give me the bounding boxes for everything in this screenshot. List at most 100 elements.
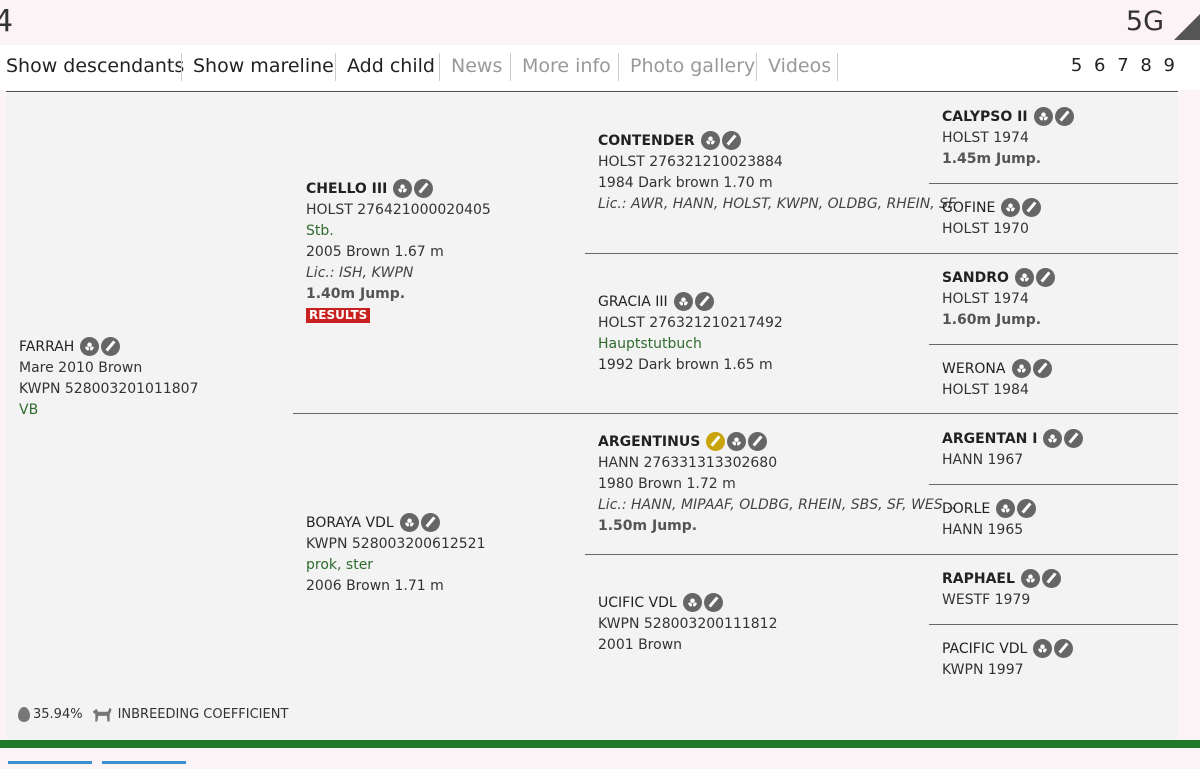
pedigree-tree-icon[interactable] xyxy=(1033,638,1053,658)
pedigree-tree-icon[interactable] xyxy=(700,130,720,150)
horse-registration: KWPN 528003201011807 xyxy=(19,380,199,397)
network-indicator: 5G xyxy=(1125,6,1164,37)
divider xyxy=(585,253,1178,254)
horse-licenses: Lic.: ISH, KWPN xyxy=(306,264,414,281)
sire-horse: CHELLO III HOLST 276421000020405 Stb. 20… xyxy=(306,178,491,326)
edit-pencil-icon[interactable] xyxy=(101,336,121,356)
g3-horse: PACIFIC VDL KWPN 1997 xyxy=(942,638,1075,681)
horse-name[interactable]: RAPHAEL xyxy=(942,569,1015,590)
horse-jump: 1.50m Jump. xyxy=(598,517,698,534)
dam-dam-horse: UCIFIC VDL KWPN 528003200111812 2001 Bro… xyxy=(598,592,778,656)
edit-pencil-icon[interactable] xyxy=(694,291,714,311)
status-bar: 4 5G xyxy=(0,0,1200,45)
horse-studbook: VB xyxy=(19,401,39,418)
pedigree-tree-icon[interactable] xyxy=(1033,106,1053,126)
divider xyxy=(929,484,1178,485)
footer-tab[interactable] xyxy=(102,761,186,764)
g3-horse: WERONA HOLST 1984 xyxy=(942,358,1054,401)
menu-separator xyxy=(837,53,838,81)
horse-name[interactable]: DORLE xyxy=(942,499,990,520)
pedigree-tree-icon[interactable] xyxy=(996,498,1016,518)
divider xyxy=(585,554,1178,555)
sire-dam-horse: GRACIA III HOLST 276321210217492 Hauptst… xyxy=(598,291,783,376)
g3-horse: CALYPSO II HOLST 1974 1.45m Jump. xyxy=(942,106,1076,170)
horse-name[interactable]: WERONA xyxy=(942,359,1006,380)
g3-horse: ARGENTAN I HANN 1967 xyxy=(942,428,1085,471)
horse-registration: HOLST 1974 xyxy=(942,129,1029,146)
edit-pencil-icon[interactable] xyxy=(1054,638,1074,658)
edit-pencil-icon[interactable] xyxy=(1032,358,1052,378)
videos-link[interactable]: Videos xyxy=(768,55,831,77)
edit-pencil-icon[interactable] xyxy=(1064,428,1084,448)
edit-pencil-icon[interactable] xyxy=(1035,267,1055,287)
show-descendants-link[interactable]: Show descendants xyxy=(6,55,184,77)
edit-pencil-icon[interactable] xyxy=(721,130,741,150)
edit-pencil-icon[interactable] xyxy=(1041,568,1061,588)
menu-separator xyxy=(181,53,182,81)
pedigree-tree-icon[interactable] xyxy=(393,178,413,198)
pedigree-tree-icon[interactable] xyxy=(727,431,747,451)
edit-pencil-icon[interactable] xyxy=(420,512,440,532)
signal-icon xyxy=(1174,14,1200,40)
horse-info: 2001 Brown xyxy=(598,636,683,653)
add-child-link[interactable]: Add child xyxy=(347,55,435,77)
horse-name[interactable]: CHELLO III xyxy=(306,179,387,200)
horse-name[interactable]: GOFINE xyxy=(942,198,995,219)
news-link[interactable]: News xyxy=(451,55,502,77)
horse-name[interactable]: ARGENTAN I xyxy=(942,429,1037,450)
horse-info: Mare 2010 Brown xyxy=(19,359,143,376)
inbreeding-percent: 35.94% xyxy=(33,707,83,722)
horse-icon xyxy=(92,707,112,722)
horse-name[interactable]: SANDRO xyxy=(942,268,1009,289)
horse-info: 2005 Brown 1.67 m xyxy=(306,243,444,260)
horse-registration: KWPN 1997 xyxy=(942,661,1024,678)
horse-name[interactable]: CONTENDER xyxy=(598,131,695,152)
drop-icon xyxy=(18,707,30,722)
horse-name[interactable]: UCIFIC VDL xyxy=(598,593,677,614)
horse-licenses: Lic.: AWR, HANN, HOLST, KWPN, OLDBG, RHE… xyxy=(598,195,957,212)
horse-name[interactable]: BORAYA VDL xyxy=(306,513,394,534)
horse-licenses: Lic.: HANN, MIPAAF, OLDBG, RHEIN, SBS, S… xyxy=(598,496,957,513)
pedigree-tree-icon[interactable] xyxy=(399,512,419,532)
edit-pencil-icon[interactable] xyxy=(1017,498,1037,518)
edit-pencil-icon[interactable] xyxy=(414,178,434,198)
edit-pencil-icon[interactable] xyxy=(703,592,723,612)
more-info-link[interactable]: More info xyxy=(522,55,611,77)
menu-separator xyxy=(439,53,440,81)
horse-name[interactable]: FARRAH xyxy=(19,337,74,358)
horse-studbook: prok, ster xyxy=(306,556,374,573)
horse-registration: HOLST 276421000020405 xyxy=(306,201,491,218)
horse-info: 1984 Dark brown 1.70 m xyxy=(598,174,773,191)
inbreeding-coefficient: 35.94% INBREEDING COEFFICIENT xyxy=(18,707,288,722)
horse-name[interactable]: ARGENTINUS xyxy=(598,432,700,453)
horse-name[interactable]: CALYPSO II xyxy=(942,107,1028,128)
photo-gallery-link[interactable]: Photo gallery xyxy=(630,55,755,77)
show-mareline-link[interactable]: Show mareline xyxy=(193,55,334,77)
pedigree-tree-icon[interactable] xyxy=(1020,568,1040,588)
pedigree-tree-icon[interactable] xyxy=(1001,197,1021,217)
subject-horse: FARRAH Mare 2010 Brown KWPN 528003201011… xyxy=(19,336,199,421)
edit-pencil-icon[interactable] xyxy=(1022,197,1042,217)
horse-name[interactable]: GRACIA III xyxy=(598,292,668,313)
horse-registration: HOLST 1984 xyxy=(942,381,1029,398)
horse-registration: HOLST 1970 xyxy=(942,220,1029,237)
divider xyxy=(929,183,1178,184)
horse-registration: HOLST 276321210217492 xyxy=(598,314,783,331)
pedigree-tree-icon[interactable] xyxy=(1011,358,1031,378)
generation-pager[interactable]: 5 6 7 8 9 xyxy=(1071,55,1178,76)
results-badge[interactable]: RESULTS xyxy=(306,307,371,323)
edit-pencil-icon[interactable] xyxy=(748,431,768,451)
horse-jump: 1.45m Jump. xyxy=(942,150,1042,167)
g3-horse: GOFINE HOLST 1970 xyxy=(942,197,1043,240)
pedigree-tree-icon[interactable] xyxy=(1014,267,1034,287)
footer-tab[interactable] xyxy=(8,761,92,764)
horse-name[interactable]: PACIFIC VDL xyxy=(942,639,1027,660)
gold-pencil-icon[interactable] xyxy=(706,431,726,451)
edit-pencil-icon[interactable] xyxy=(1054,106,1074,126)
pedigree-tree-icon[interactable] xyxy=(80,336,100,356)
pedigree-tree: FARRAH Mare 2010 Brown KWPN 528003201011… xyxy=(6,91,1178,741)
pedigree-tree-icon[interactable] xyxy=(1043,428,1063,448)
pedigree-tree-icon[interactable] xyxy=(682,592,702,612)
pedigree-tree-icon[interactable] xyxy=(673,291,693,311)
horse-registration: HOLST 276321210023884 xyxy=(598,153,783,170)
